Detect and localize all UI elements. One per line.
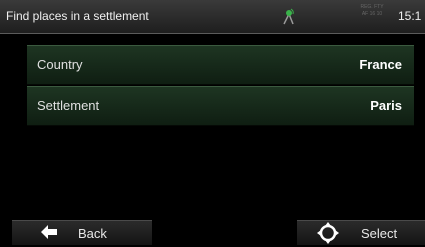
settlement-label: Settlement	[37, 98, 100, 113]
speed-line-1: REG. FTY	[360, 4, 384, 10]
back-button[interactable]: Back	[12, 220, 152, 245]
country-label: Country	[37, 57, 83, 72]
speed-line-2: AF 16 10	[361, 11, 383, 17]
select-button[interactable]: Select	[297, 220, 425, 245]
settlement-value: Paris	[370, 98, 402, 113]
screen-title: Find places in a settlement	[6, 9, 149, 23]
country-value: France	[359, 57, 402, 72]
back-label: Back	[78, 226, 107, 241]
settlement-row[interactable]: Settlement Paris	[27, 86, 414, 126]
crosshair-icon	[317, 222, 339, 247]
country-row[interactable]: Country France	[27, 45, 414, 85]
select-label: Select	[361, 226, 398, 241]
arrow-left-icon	[40, 224, 58, 243]
status-bar: Find places in a settlement REG. FTY AF …	[0, 0, 425, 34]
speed-indicator: REG. FTY AF 16 10	[355, 4, 389, 18]
satellite-icon	[280, 6, 296, 26]
clock: 15:1	[398, 9, 422, 23]
